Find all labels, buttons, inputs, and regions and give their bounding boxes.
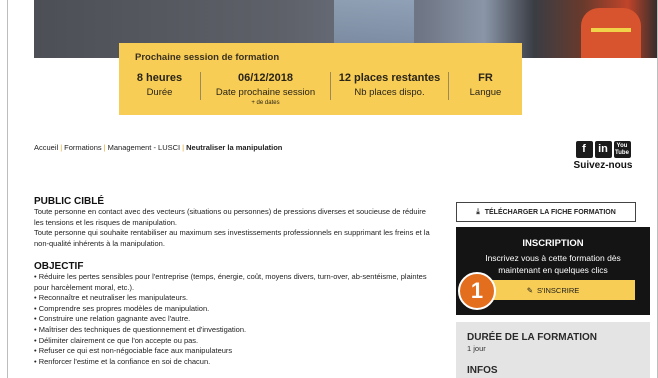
public-heading: PUBLIC CIBLÉ	[34, 196, 104, 207]
objectif-heading: OBJECTIF	[34, 261, 84, 272]
list-item: • Construire une relation gagnante avec …	[34, 314, 191, 324]
list-item: • Renforcer l'estime et la confiance en …	[34, 356, 211, 366]
pencil-icon: ✎	[526, 285, 533, 295]
breadcrumb-separator: |	[60, 143, 63, 152]
session-duration-label: Durée	[146, 87, 173, 98]
list-item: • Comprendre ses propres modèles de mani…	[34, 303, 210, 313]
social-icons: f in You Tube	[573, 141, 633, 158]
list-item: • Refuser ce qui est non-négociable face…	[34, 346, 233, 356]
step-number-badge: 1	[458, 272, 496, 310]
list-item: • Réduire les pertes sensibles pour l'en…	[34, 272, 427, 292]
session-places-value: 12 places restantes	[338, 72, 441, 84]
hero-worker-figure	[581, 8, 641, 58]
session-date-value: 06/12/2018	[237, 72, 294, 84]
infos-title: INFOS	[467, 365, 498, 376]
youtube-icon[interactable]: You Tube	[613, 141, 631, 158]
duration-title: DURÉE DE LA FORMATION	[467, 332, 597, 343]
session-duration-value: 8 heures	[136, 72, 183, 84]
list-item: • Délimiter clairement ce que l'on accep…	[34, 335, 199, 345]
inscription-title: INSCRIPTION	[522, 238, 584, 249]
session-date: 06/12/2018 Date prochaine session + de d…	[201, 72, 331, 106]
list-item: • Reconnaître et neutraliser les manipul…	[34, 293, 188, 303]
breadcrumb-current: Neutraliser la manipulation	[186, 143, 283, 152]
public-text-1: Toute personne en contact avec des vecte…	[34, 207, 426, 227]
session-places-label: Nb places dispo.	[354, 87, 425, 98]
facebook-icon[interactable]: f	[575, 141, 593, 158]
register-label: S'INSCRIRE	[537, 285, 580, 295]
duration-value: 1 jour	[467, 344, 486, 353]
session-title: Prochaine session de formation	[135, 52, 280, 63]
follow-us-label: Suivez-nous	[573, 160, 633, 171]
breadcrumb-link-management[interactable]: Management - LUSCI	[108, 143, 181, 152]
breadcrumb-separator: |	[103, 143, 106, 152]
breadcrumb: Accueil | Formations | Management - LUSCI | Ne…	[34, 143, 282, 152]
session-duration: 8 heures Durée	[119, 72, 201, 100]
session-language-label: Langue	[469, 87, 502, 98]
inscription-text: Inscrivez vous à cette formation dès mai…	[485, 253, 621, 275]
download-brochure-button[interactable]: ⤓ TÉLÉCHARGER LA FICHE FORMATION	[456, 202, 636, 222]
breadcrumb-link-accueil[interactable]: Accueil	[34, 143, 58, 152]
objectif-list: • Réduire les pertes sensibles pour l'en…	[34, 272, 434, 367]
linkedin-icon[interactable]: in	[594, 141, 612, 158]
list-item: • Maîtriser des techniques de questionne…	[34, 324, 247, 334]
session-language: FR Langue	[449, 72, 522, 100]
download-label: TÉLÉCHARGER LA FICHE FORMATION	[484, 208, 616, 216]
more-dates-link[interactable]: + de dates	[201, 100, 330, 106]
session-date-label: Date prochaine session	[215, 87, 316, 98]
session-places: 12 places restantes Nb places dispo.	[331, 72, 449, 100]
download-icon: ⤓	[476, 207, 480, 216]
breadcrumb-separator: |	[182, 143, 185, 152]
social-links: f in You Tube Suivez-nous	[573, 141, 633, 171]
session-language-value: FR	[478, 72, 493, 84]
breadcrumb-link-formations[interactable]: Formations	[64, 143, 102, 152]
main-content: PUBLIC CIBLÉ Toute personne en contact a…	[34, 196, 434, 367]
page-frame: Prochaine session de formation 8 heures …	[7, 0, 658, 378]
session-columns: 8 heures Durée 06/12/2018 Date prochaine…	[119, 72, 522, 106]
session-info-panel: Prochaine session de formation 8 heures …	[119, 43, 522, 115]
duration-panel: DURÉE DE LA FORMATION 1 jour INFOS	[456, 322, 650, 378]
public-text-2: Toute personne qui souhaite rentabiliser…	[34, 228, 430, 248]
